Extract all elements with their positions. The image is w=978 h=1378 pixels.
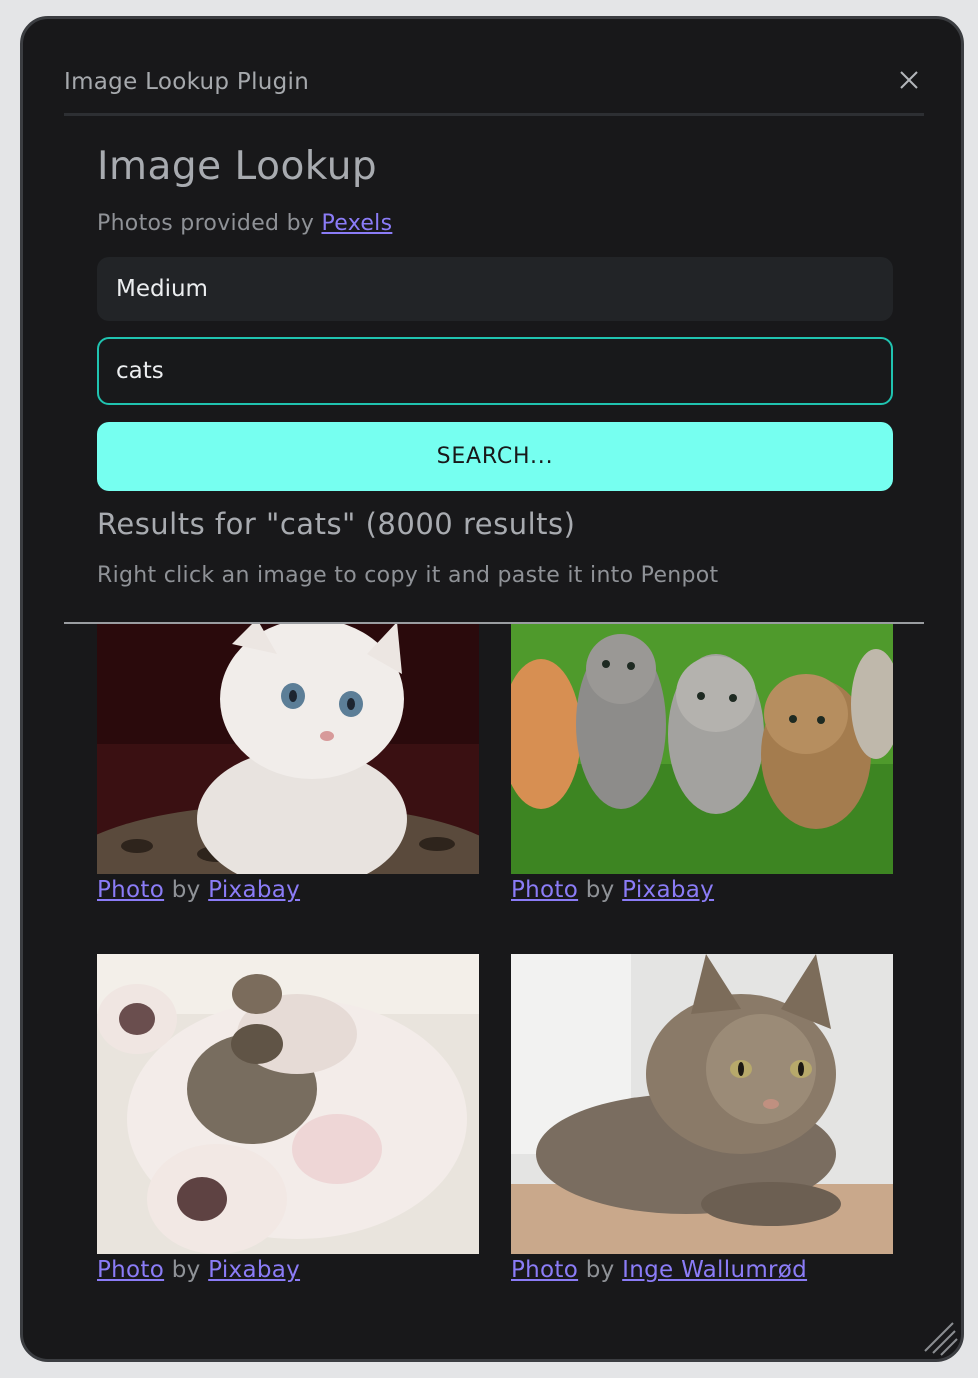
result-photo-tabby-cat[interactable] [511, 954, 893, 1254]
results-hint: Right click an image to copy it and past… [97, 563, 719, 588]
photo-link[interactable]: Photo [97, 877, 164, 903]
close-button[interactable] [894, 65, 924, 95]
credit-by: by [585, 1257, 615, 1283]
result-photo-white-kitten[interactable] [97, 624, 479, 874]
author-link[interactable]: Pixabay [208, 877, 300, 903]
photo-link[interactable]: Photo [511, 877, 578, 903]
close-icon [900, 71, 918, 89]
photo-credit: Photo by Pixabay [97, 877, 479, 903]
author-link[interactable]: Pixabay [622, 877, 714, 903]
result-card: Photo by Pixabay [97, 954, 479, 1283]
photo-link[interactable]: Photo [97, 1257, 164, 1283]
credit-by: by [585, 877, 615, 903]
resize-handle[interactable] [919, 1317, 959, 1357]
result-card: Photo by Inge Wallumrød [511, 954, 893, 1283]
page-title: Image Lookup [97, 144, 378, 189]
provider-credit: Photos provided by Pexels [97, 211, 392, 236]
resize-grip-icon [924, 1322, 958, 1356]
result-card: Photo by Pixabay [511, 624, 893, 903]
photo-credit: Photo by Inge Wallumrød [511, 1257, 893, 1283]
modal-title: Image Lookup Plugin [64, 69, 310, 95]
modal-header: Image Lookup Plugin [64, 63, 924, 116]
photo-link[interactable]: Photo [511, 1257, 578, 1283]
photo-credit: Photo by Pixabay [511, 877, 893, 903]
credit-by: by [171, 1257, 201, 1283]
search-input[interactable] [97, 337, 893, 405]
search-button[interactable]: SEARCH... [97, 422, 893, 491]
result-card: Photo by Pixabay [97, 624, 479, 903]
provider-credit-text: Photos provided by [97, 211, 315, 236]
result-photo-sleeping-kitten[interactable] [97, 954, 479, 1254]
result-photo-kittens-grass[interactable] [511, 624, 893, 874]
results-grid: Photo by Pixabay Photo by Pixabay Photo … [97, 624, 893, 1324]
credit-by: by [171, 877, 201, 903]
results-heading: Results for "cats" (8000 results) [97, 507, 576, 541]
author-link[interactable]: Inge Wallumrød [622, 1257, 807, 1283]
author-link[interactable]: Pixabay [208, 1257, 300, 1283]
pexels-link[interactable]: Pexels [321, 211, 392, 236]
plugin-modal: Image Lookup Plugin Image Lookup Photos … [20, 16, 964, 1362]
photo-credit: Photo by Pixabay [97, 1257, 479, 1283]
image-size-select[interactable]: Medium [97, 257, 893, 321]
